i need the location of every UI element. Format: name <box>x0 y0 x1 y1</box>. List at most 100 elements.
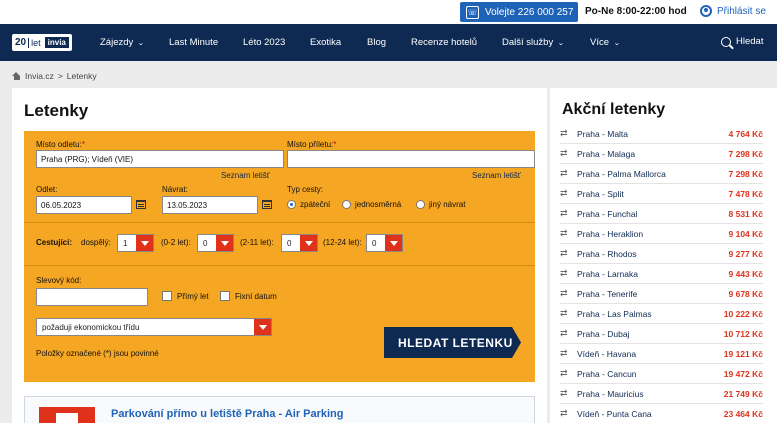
swap-arrows-icon: ⇄ <box>560 288 568 298</box>
adults-select[interactable]: 1 <box>117 234 154 252</box>
deal-route[interactable]: Praha - Split <box>577 189 729 199</box>
deal-price: 9 678 Kč <box>728 288 764 299</box>
deal-route[interactable]: Praha - Malta <box>577 129 729 139</box>
deal-route[interactable]: Praha - Las Palmas <box>577 309 724 319</box>
breadcrumb: Invia.cz > Letenky <box>12 71 97 81</box>
deal-route[interactable]: Praha - Rhodos <box>577 249 729 259</box>
infants-select[interactable]: 0 <box>197 234 234 252</box>
swap-arrows-icon: ⇄ <box>560 308 568 318</box>
swap-arrows-icon: ⇄ <box>560 388 568 398</box>
swap-arrows-icon: ⇄ <box>560 368 568 378</box>
deal-row[interactable]: ⇄ Praha - Palma Mallorca 7 298 Kč <box>560 164 763 184</box>
deal-price: 19 472 Kč <box>723 368 763 379</box>
swap-arrows-icon: ⇄ <box>560 408 568 418</box>
deal-route[interactable]: Praha - Mauricius <box>577 389 724 399</box>
nav-item-zajezdy[interactable]: Zájezdy ⌄ <box>100 37 145 48</box>
flight-search-panel: Letenky Místo odletu:* Praha (PRG); Víde… <box>12 88 547 423</box>
return-date-input[interactable]: 13.05.2023 <box>162 196 258 214</box>
to-airports-link[interactable]: Seznam letišť <box>472 171 521 180</box>
deal-row[interactable]: ⇄ Praha - Dubaj 10 712 Kč <box>560 324 763 344</box>
deal-route[interactable]: Praha - Tenerife <box>577 289 729 299</box>
login-link[interactable]: Přihlásit se <box>700 5 766 17</box>
deal-route[interactable]: Praha - Larnaka <box>577 269 729 279</box>
deal-row[interactable]: ⇄ Praha - Las Palmas 10 222 Kč <box>560 304 763 324</box>
fixed-date-checkbox[interactable] <box>220 291 230 301</box>
deal-route[interactable]: Vídeň - Havana <box>577 349 724 359</box>
nav-label: Zájezdy <box>100 37 134 48</box>
passengers-label: Cestující: <box>36 238 73 247</box>
trip-openjaw-radio[interactable] <box>416 200 425 209</box>
chevron-down-icon <box>136 235 153 251</box>
deal-row[interactable]: ⇄ Praha - Rhodos 9 277 Kč <box>560 244 763 264</box>
trip-roundtrip-radio[interactable] <box>287 200 296 209</box>
discount-input[interactable] <box>36 288 148 306</box>
calendar-icon[interactable] <box>136 200 146 209</box>
nav-item-blog[interactable]: Blog <box>367 37 386 48</box>
deal-row[interactable]: ⇄ Praha - Cancun 19 472 Kč <box>560 364 763 384</box>
swap-arrows-icon: ⇄ <box>560 128 568 138</box>
promo-title[interactable]: Parkování přímo u letiště Praha - Air Pa… <box>111 408 344 420</box>
search-flights-button[interactable]: HLEDAT LETENKU <box>384 327 521 358</box>
calendar-icon[interactable] <box>262 200 272 209</box>
nav-item-last-minute[interactable]: Last Minute <box>169 37 218 48</box>
nav-item-leto[interactable]: Léto 2023 <box>243 37 285 48</box>
deal-row[interactable]: ⇄ Praha - Mauricius 21 749 Kč <box>560 384 763 404</box>
deal-route[interactable]: Praha - Heraklion <box>577 229 729 239</box>
deal-route[interactable]: Praha - Funchal <box>577 209 729 219</box>
deal-route[interactable]: Praha - Dubaj <box>577 329 724 339</box>
logo-word: let <box>28 37 43 48</box>
swap-arrows-icon: ⇄ <box>560 168 568 178</box>
breadcrumb-separator: > <box>57 71 63 81</box>
nav-item-exotika[interactable]: Exotika <box>310 37 341 48</box>
swap-arrows-icon: ⇄ <box>560 148 568 158</box>
direct-flight-checkbox[interactable] <box>162 291 172 301</box>
parking-logo-icon <box>39 407 95 423</box>
deal-row[interactable]: ⇄ Praha - Larnaka 9 443 Kč <box>560 264 763 284</box>
nav-item-dalsi-sluzby[interactable]: Další služby ⌄ <box>502 37 565 48</box>
infants-label: (0-2 let): <box>161 238 191 247</box>
chevron-down-icon: ⌄ <box>557 40 565 47</box>
deal-row[interactable]: ⇄ Praha - Malta 4 764 Kč <box>560 124 763 144</box>
phone-label: Volejte 226 000 257 <box>485 6 574 18</box>
swap-arrows-icon: ⇄ <box>560 228 568 238</box>
depart-date-input[interactable]: 06.05.2023 <box>36 196 132 214</box>
class-select[interactable]: požaduji ekonomickou třídu <box>36 318 272 336</box>
deal-price: 7 298 Kč <box>728 148 764 159</box>
nav-search[interactable]: Hledat <box>721 36 763 47</box>
deal-route[interactable]: Praha - Malaga <box>577 149 729 159</box>
deal-price: 7 478 Kč <box>728 188 764 199</box>
search-label: Hledat <box>736 36 764 47</box>
logo-number: 20 <box>15 37 27 48</box>
nav-item-vice[interactable]: Více ⌄ <box>590 37 620 48</box>
nav-item-recenze[interactable]: Recenze hotelů <box>411 37 477 48</box>
to-input[interactable] <box>287 150 535 168</box>
phone-icon: ☏ <box>466 5 479 19</box>
form-divider <box>24 265 535 266</box>
swap-arrows-icon: ⇄ <box>560 328 568 338</box>
trip-oneway-radio[interactable] <box>342 200 351 209</box>
top-contact-bar: ☏ Volejte 226 000 257 Po-Ne 8:00-22:00 h… <box>0 0 777 24</box>
deal-route[interactable]: Vídeň - Punta Cana <box>577 409 724 419</box>
deal-row[interactable]: ⇄ Praha - Split 7 478 Kč <box>560 184 763 204</box>
children-select[interactable]: 0 <box>281 234 318 252</box>
deal-row[interactable]: ⇄ Praha - Funchal 8 531 Kč <box>560 204 763 224</box>
youth-select[interactable]: 0 <box>366 234 403 252</box>
flight-deals-panel: Akční letenky ⇄ Praha - Malta 4 764 Kč ⇄ Pra… <box>550 88 777 423</box>
chevron-down-icon <box>216 235 233 251</box>
deal-route[interactable]: Praha - Palma Mallorca <box>577 169 729 179</box>
parking-promo[interactable]: Parkování přímo u letiště Praha - Air Pa… <box>24 396 535 423</box>
deal-row[interactable]: ⇄ Praha - Malaga 7 298 Kč <box>560 144 763 164</box>
call-button[interactable]: ☏ Volejte 226 000 257 <box>460 2 578 22</box>
deal-row[interactable]: ⇄ Praha - Tenerife 9 678 Kč <box>560 284 763 304</box>
from-input[interactable]: Praha (PRG); Vídeň (VIE) <box>36 150 284 168</box>
invia-logo[interactable]: 20 let invia <box>12 34 72 51</box>
breadcrumb-home[interactable]: Invia.cz <box>25 71 54 81</box>
deal-row[interactable]: ⇄ Vídeň - Havana 19 121 Kč <box>560 344 763 364</box>
deal-row[interactable]: ⇄ Vídeň - Punta Cana 23 464 Kč <box>560 404 763 423</box>
deal-row[interactable]: ⇄ Praha - Heraklion 9 104 Kč <box>560 224 763 244</box>
trip-oneway-label: jednosměrná <box>355 200 402 209</box>
form-divider <box>24 222 535 223</box>
deal-route[interactable]: Praha - Cancun <box>577 369 724 379</box>
from-label: Místo odletu:* <box>36 140 85 149</box>
from-airports-link[interactable]: Seznam letišť <box>221 171 270 180</box>
